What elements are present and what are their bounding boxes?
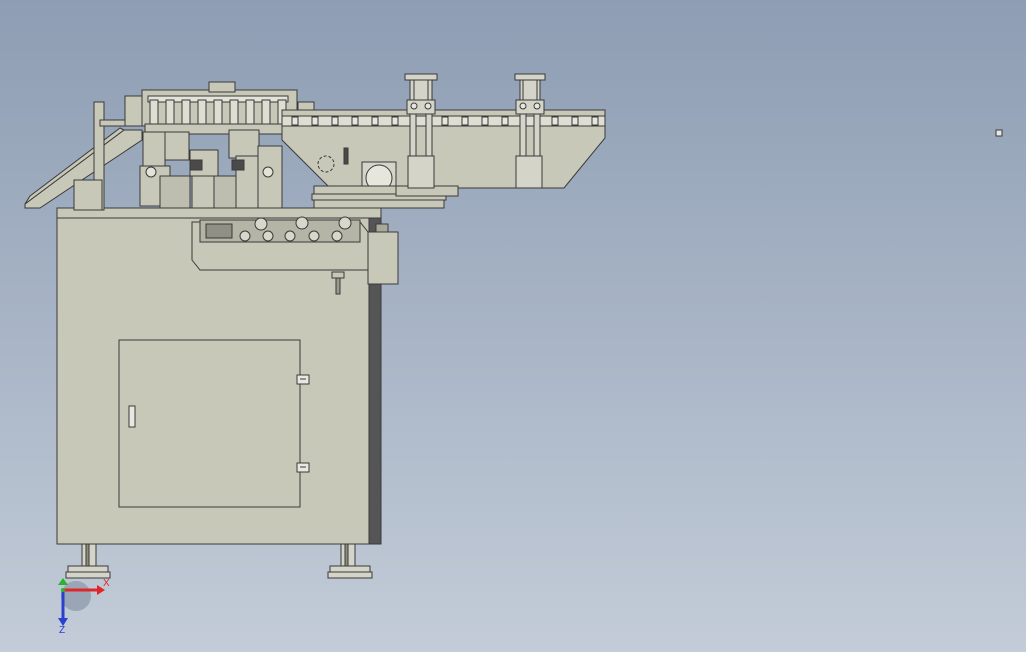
x-axis-label: X	[103, 578, 110, 589]
y-axis-arrow	[58, 578, 68, 585]
control-button[interactable]	[308, 230, 320, 242]
control-button[interactable]	[239, 230, 251, 242]
hmi-screen[interactable]	[205, 223, 233, 239]
coordinate-triad: X Z	[58, 578, 110, 636]
conveyor-assembly	[281, 109, 606, 209]
cabinet-top-plate	[56, 207, 382, 219]
control-knob[interactable]	[338, 216, 352, 230]
control-knob[interactable]	[295, 216, 309, 230]
cad-viewport[interactable]: X Z	[0, 0, 1026, 652]
conveyor-rail-top	[281, 109, 606, 117]
control-knob[interactable]	[254, 217, 268, 231]
infeed-chute	[24, 101, 143, 211]
electrical-box	[367, 223, 399, 285]
conveyor-slats	[291, 116, 599, 126]
control-button[interactable]	[284, 230, 296, 242]
control-button[interactable]	[331, 230, 343, 242]
triad-shadow	[61, 581, 91, 611]
cabinet-door[interactable]	[118, 339, 301, 508]
door-handle[interactable]	[128, 405, 136, 428]
small-square-marker-icon[interactable]	[995, 129, 1003, 137]
control-button[interactable]	[262, 230, 274, 242]
labeling-head	[124, 81, 315, 209]
z-axis-label: Z	[59, 625, 65, 636]
machine-feet	[65, 543, 373, 579]
emergency-lever[interactable]	[331, 271, 345, 279]
